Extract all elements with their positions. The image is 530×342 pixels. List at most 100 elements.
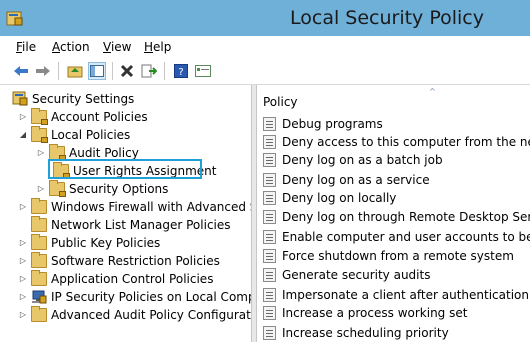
folder-open-icon	[31, 125, 48, 143]
policy-list-pane[interactable]: ^ Policy Debug programs Deny access to t…	[257, 85, 530, 342]
export-list-icon[interactable]	[140, 62, 158, 80]
menu-view[interactable]: View	[103, 40, 131, 54]
folder-icon	[49, 179, 66, 197]
policy-icon	[263, 326, 276, 340]
folder-icon	[31, 107, 48, 125]
policy-name: Impersonate a client after authenticatio…	[282, 288, 529, 302]
policy-name: Force shutdown from a remote system	[282, 249, 514, 263]
menu-action[interactable]: Action	[52, 40, 90, 54]
folder-icon	[31, 269, 47, 286]
tree-label: Account Policies	[51, 109, 148, 124]
chevron-right-icon[interactable]: ▷	[18, 202, 28, 211]
list-item[interactable]: Deny log on as a service	[263, 171, 430, 189]
folder-icon	[49, 143, 66, 161]
tree-item-network-list-manager[interactable]: Network List Manager Policies	[18, 215, 231, 233]
lock-icon	[59, 190, 66, 197]
tree-label: Audit Policy	[69, 145, 139, 160]
delete-icon[interactable]	[118, 62, 136, 80]
sort-ascending-icon: ^	[429, 87, 436, 96]
chevron-down-icon[interactable]: ◢	[18, 130, 28, 139]
tree-label: Windows Firewall with Advanced Secu	[51, 199, 251, 214]
help-icon[interactable]: ?	[172, 62, 190, 80]
tree-item-security-settings[interactable]: Security Settings	[12, 90, 134, 107]
folder-icon	[31, 251, 47, 268]
chevron-right-icon[interactable]: ▷	[36, 184, 46, 193]
list-item[interactable]: Increase a process working set	[263, 304, 467, 322]
tree-label: Public Key Policies	[51, 235, 161, 250]
policy-icon	[263, 191, 276, 205]
tree-label: Network List Manager Policies	[51, 217, 231, 232]
tree-label: Advanced Audit Policy Configuration	[51, 307, 251, 322]
chevron-right-icon[interactable]: ▷	[18, 112, 28, 121]
folder-icon	[31, 305, 47, 322]
policy-icon	[263, 230, 276, 244]
policy-name: Increase scheduling priority	[282, 326, 449, 340]
toolbar: ?	[0, 58, 530, 85]
list-item[interactable]: Deny log on as a batch job	[263, 151, 443, 169]
menu-file[interactable]: File	[16, 40, 36, 54]
chevron-right-icon[interactable]: ▷	[18, 292, 28, 301]
menu-bar: File Action View Help	[0, 36, 530, 58]
policy-icon	[263, 268, 276, 282]
policy-name: Deny log on through Remote Desktop Servi…	[282, 210, 530, 224]
tree-label: Software Restriction Policies	[51, 253, 220, 268]
forward-arrow-icon[interactable]	[34, 62, 52, 80]
list-item[interactable]: Deny log on through Remote Desktop Servi…	[263, 208, 530, 226]
list-item[interactable]: Enable computer and user accounts to be …	[263, 228, 530, 246]
tree-label: Local Policies	[51, 127, 131, 142]
tree-item-advanced-audit[interactable]: ▷ Advanced Audit Policy Configuration	[18, 305, 251, 323]
toolbar-separator	[58, 62, 59, 80]
policy-icon	[263, 173, 276, 187]
properties-icon[interactable]	[194, 62, 212, 80]
back-arrow-icon[interactable]	[12, 62, 30, 80]
tree-item-application-control[interactable]: ▷ Application Control Policies	[18, 269, 213, 287]
show-hide-tree-icon[interactable]	[88, 62, 106, 80]
policy-icon	[263, 306, 276, 320]
tree-item-security-options[interactable]: ▷ Security Options	[36, 179, 169, 197]
folder-icon	[31, 215, 47, 232]
chevron-right-icon[interactable]: ▷	[18, 310, 28, 319]
chevron-right-icon[interactable]: ▷	[18, 238, 28, 247]
menu-help[interactable]: Help	[144, 40, 171, 54]
policy-name: Deny log on locally	[282, 191, 397, 205]
tree-item-windows-firewall[interactable]: ▷ Windows Firewall with Advanced Secu	[18, 197, 251, 215]
list-item[interactable]: Increase scheduling priority	[263, 324, 449, 342]
toolbar-separator	[164, 62, 165, 80]
tree-item-software-restriction[interactable]: ▷ Software Restriction Policies	[18, 251, 220, 269]
column-header-policy[interactable]: ^ Policy	[257, 85, 530, 115]
policy-name: Generate security audits	[282, 268, 431, 282]
tree-item-public-key-policies[interactable]: ▷ Public Key Policies	[18, 233, 161, 251]
policy-name: Debug programs	[282, 117, 383, 131]
policy-name: Deny log on as a batch job	[282, 153, 443, 167]
tree-item-account-policies[interactable]: ▷ Account Policies	[18, 107, 148, 125]
tree-label: IP Security Policies on Local Compute	[51, 289, 251, 304]
tree-label: Security Options	[69, 181, 169, 196]
tree-item-ip-security[interactable]: ▷ IP Security Policies on Local Compute	[18, 288, 251, 305]
svg-text:?: ?	[178, 67, 183, 78]
app-icon[interactable]	[6, 10, 23, 27]
list-item[interactable]: Generate security audits	[263, 266, 430, 284]
tree-pane[interactable]: Security Settings ▷ Account Policies ◢ L…	[0, 85, 251, 342]
policy-icon	[263, 249, 276, 263]
policy-icon	[263, 135, 276, 149]
tree-item-local-policies[interactable]: ◢ Local Policies	[18, 125, 131, 143]
folder-icon	[31, 233, 47, 250]
policy-icon	[263, 153, 276, 167]
window-title: Local Security Policy	[290, 7, 484, 29]
policy-name: Enable computer and user accounts to be …	[282, 230, 530, 244]
list-item[interactable]: Impersonate a client after authenticatio…	[263, 286, 529, 304]
list-item[interactable]: Deny access to this computer from the ne…	[263, 133, 530, 151]
policy-icon	[263, 117, 276, 131]
policy-icon	[263, 288, 276, 302]
toolbar-separator	[112, 62, 113, 80]
list-item[interactable]: Debug programs	[263, 115, 383, 133]
up-folder-icon[interactable]	[66, 62, 84, 80]
policy-name: Increase a process working set	[282, 306, 468, 320]
list-item[interactable]: Force shutdown from a remote system	[263, 247, 514, 265]
chevron-right-icon[interactable]: ▷	[36, 148, 46, 157]
folder-icon	[31, 197, 47, 214]
network-shield-icon	[31, 290, 47, 304]
list-item[interactable]: Deny log on locally	[263, 189, 396, 207]
chevron-right-icon[interactable]: ▷	[18, 256, 28, 265]
chevron-right-icon[interactable]: ▷	[18, 274, 28, 283]
